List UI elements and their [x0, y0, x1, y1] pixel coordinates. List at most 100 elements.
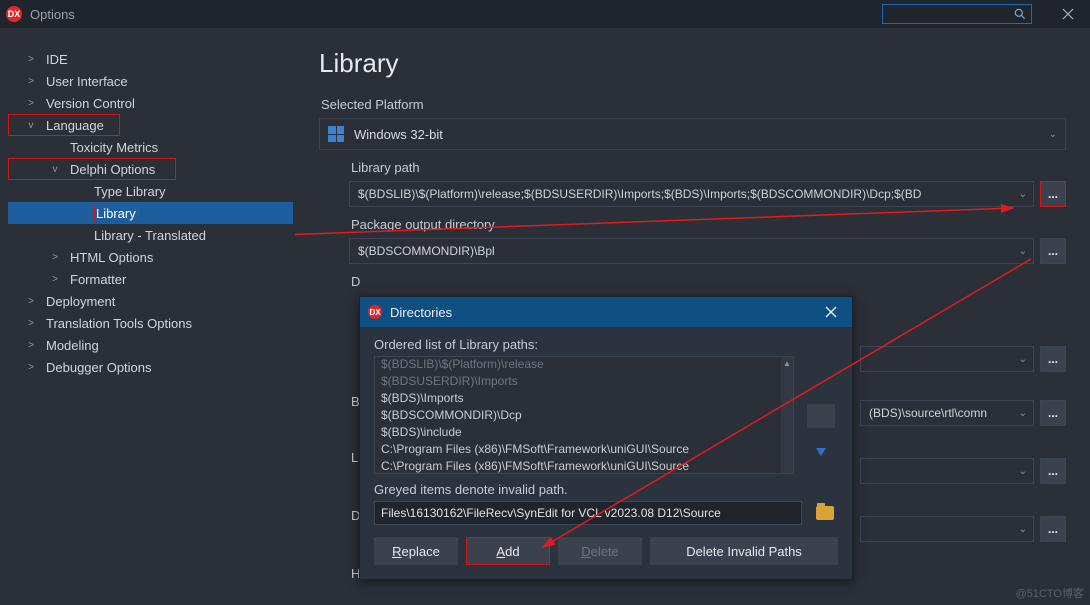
scroll-up-icon[interactable]: ▲: [781, 357, 793, 369]
chevron-down-icon[interactable]: ⌄: [1019, 189, 1027, 200]
browse-button[interactable]: ...: [1040, 346, 1066, 372]
page-title: Library: [319, 48, 1066, 79]
window-title: Options: [30, 7, 75, 22]
tree-label: Type Library: [94, 184, 166, 199]
tree-item-toxicity-metrics[interactable]: Toxicity Metrics: [8, 136, 293, 158]
ordered-list-label: Ordered list of Library paths:: [374, 337, 838, 352]
package-output-label: Package output directory: [351, 217, 1066, 232]
chevron-right-icon[interactable]: >: [24, 340, 38, 351]
app-logo-icon: DX: [368, 305, 382, 319]
chevron-down-icon[interactable]: v: [24, 120, 38, 131]
browse-button[interactable]: ...: [1040, 458, 1066, 484]
browse-button[interactable]: ...: [1040, 400, 1066, 426]
grey-items-note: Greyed items denote invalid path.: [374, 482, 838, 497]
chevron-down-icon: ⌄: [1049, 129, 1057, 140]
move-up-button[interactable]: [807, 404, 835, 428]
hidden-input-2[interactable]: (BDS)\source\rtl\comn⌄: [860, 400, 1034, 426]
dialog-title: Directories: [390, 305, 452, 320]
chevron-right-icon[interactable]: >: [24, 318, 38, 329]
tree-label: User Interface: [46, 74, 128, 89]
list-item[interactable]: $(BDS)\Imports: [375, 391, 781, 408]
windows-icon: [328, 126, 344, 142]
hidden-input-4[interactable]: ⌄: [860, 516, 1034, 542]
delete-invalid-paths-button[interactable]: Delete Invalid Paths: [650, 537, 838, 565]
dialog-close-button[interactable]: [818, 301, 844, 323]
search-icon: [1013, 7, 1027, 21]
tree-item-html-options[interactable]: > HTML Options: [8, 246, 293, 268]
tree-label: IDE: [46, 52, 68, 67]
browse-button[interactable]: ...: [1040, 516, 1066, 542]
close-icon: [825, 306, 837, 318]
list-item[interactable]: $(BDS)\include: [375, 425, 781, 442]
list-item[interactable]: $(BDSCOMMONDIR)\Dcp: [375, 408, 781, 425]
page-content: Library Selected Platform Windows 32-bit…: [295, 28, 1090, 605]
tree-item-version-control[interactable]: > Version Control: [8, 92, 293, 114]
field-label-cut: L: [351, 450, 358, 465]
chevron-down-icon[interactable]: v: [48, 164, 62, 175]
search-input[interactable]: [882, 4, 1032, 24]
tree-item-language[interactable]: v Language: [8, 114, 120, 136]
tree-item-library-translated[interactable]: Library - Translated: [8, 224, 293, 246]
package-output-browse-button[interactable]: ...: [1040, 238, 1066, 264]
tree-item-ide[interactable]: > IDE: [8, 48, 293, 70]
tree-label: Delphi Options: [70, 162, 155, 177]
tree-label: Debugger Options: [46, 360, 152, 375]
platform-select[interactable]: Windows 32-bit ⌄: [319, 118, 1066, 150]
tree-item-formatter[interactable]: > Formatter: [8, 268, 293, 290]
move-down-button[interactable]: [807, 440, 835, 464]
dialog-titlebar: DX Directories: [360, 297, 852, 327]
tree-item-translation-tools[interactable]: > Translation Tools Options: [8, 312, 293, 334]
tree-item-deployment[interactable]: > Deployment: [8, 290, 293, 312]
chevron-down-icon[interactable]: ⌄: [1019, 408, 1027, 419]
tree-label: Modeling: [46, 338, 99, 353]
chevron-right-icon[interactable]: >: [24, 362, 38, 373]
field-label-cut: D: [351, 274, 1066, 289]
close-button[interactable]: [1052, 0, 1084, 28]
path-edit-input[interactable]: Files\16130162\FileRecv\SynEdit for VCL …: [374, 501, 802, 525]
delete-button[interactable]: Delete: [558, 537, 642, 565]
chevron-right-icon[interactable]: >: [48, 274, 62, 285]
chevron-right-icon[interactable]: >: [24, 54, 38, 65]
tree-label: HTML Options: [70, 250, 153, 265]
chevron-down-icon[interactable]: ⌄: [1019, 466, 1027, 477]
library-path-browse-button[interactable]: ...: [1040, 181, 1066, 207]
tree-label: Version Control: [46, 96, 135, 111]
chevron-down-icon[interactable]: ⌄: [1019, 354, 1027, 365]
tree-item-user-interface[interactable]: > User Interface: [8, 70, 293, 92]
package-output-input[interactable]: $(BDSCOMMONDIR)\Bpl⌄: [349, 238, 1034, 264]
platform-value: Windows 32-bit: [354, 127, 443, 142]
tree-label: Language: [46, 118, 104, 133]
chevron-right-icon[interactable]: >: [48, 252, 62, 263]
watermark: @51CTO博客: [1016, 585, 1084, 601]
library-path-label: Library path: [351, 160, 1066, 175]
list-item[interactable]: $(BDSUSERDIR)\Imports: [375, 374, 781, 391]
browse-folder-button[interactable]: [812, 502, 838, 524]
tree-label: Translation Tools Options: [46, 316, 192, 331]
hidden-input-1[interactable]: ⌄: [860, 346, 1034, 372]
replace-button[interactable]: Replace: [374, 537, 458, 565]
tree-label: Deployment: [46, 294, 115, 309]
tree-label: Toxicity Metrics: [70, 140, 158, 155]
chevron-down-icon[interactable]: ⌄: [1019, 246, 1027, 257]
tree-item-library[interactable]: Library: [8, 202, 293, 224]
arrow-down-icon: [816, 448, 826, 456]
tree-item-type-library[interactable]: Type Library: [8, 180, 293, 202]
library-paths-listbox[interactable]: $(BDSLIB)\$(Platform)\release $(BDSUSERD…: [374, 356, 794, 474]
hidden-input-3[interactable]: ⌄: [860, 458, 1034, 484]
chevron-right-icon[interactable]: >: [24, 296, 38, 307]
tree-label: Library - Translated: [94, 228, 206, 243]
list-item[interactable]: C:\Program Files (x86)\FMSoft\Framework\…: [375, 442, 781, 459]
list-item[interactable]: $(BDSLIB)\$(Platform)\release: [375, 357, 781, 374]
tree-label: Formatter: [70, 272, 126, 287]
scrollbar[interactable]: ▲: [781, 357, 793, 473]
tree-item-modeling[interactable]: > Modeling: [8, 334, 293, 356]
list-item[interactable]: C:\Program Files (x86)\FMSoft\Framework\…: [375, 459, 781, 473]
close-icon: [1062, 8, 1074, 20]
tree-item-delphi-options[interactable]: v Delphi Options: [8, 158, 176, 180]
chevron-down-icon[interactable]: ⌄: [1019, 524, 1027, 535]
tree-item-debugger-options[interactable]: > Debugger Options: [8, 356, 293, 378]
chevron-right-icon[interactable]: >: [24, 98, 38, 109]
chevron-right-icon[interactable]: >: [24, 76, 38, 87]
library-path-input[interactable]: $(BDSLIB)\$(Platform)\release;$(BDSUSERD…: [349, 181, 1034, 207]
add-button[interactable]: Add: [466, 537, 550, 565]
